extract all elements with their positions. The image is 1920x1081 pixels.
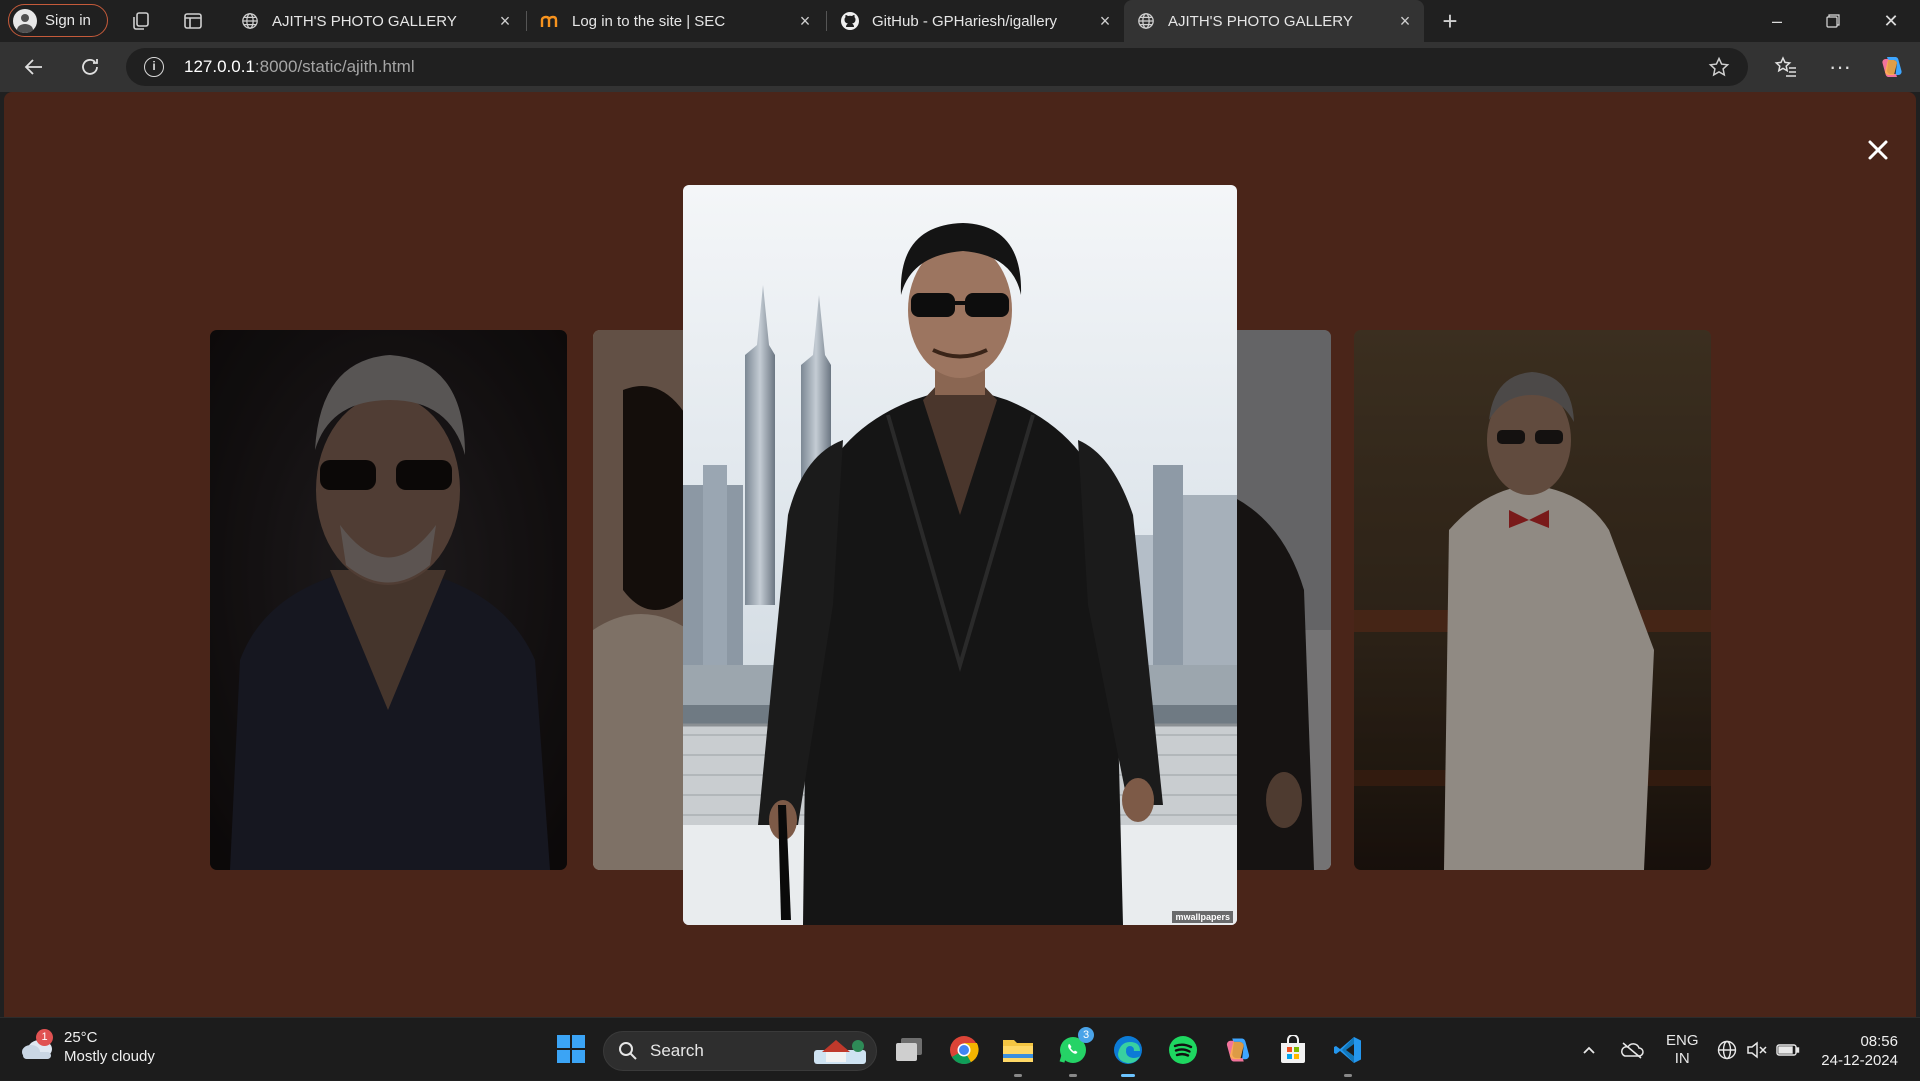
language-code: ENG: [1666, 1031, 1699, 1049]
tab-moodle-login[interactable]: Log in to the site | SEC ×: [528, 0, 824, 42]
clock-date: 24-12-2024: [1821, 1052, 1898, 1069]
system-clock[interactable]: 08:56 24-12-2024: [1821, 1032, 1898, 1070]
lightbox-close-icon[interactable]: [1863, 135, 1893, 165]
copilot-app-icon[interactable]: [1221, 1033, 1255, 1067]
gallery-photo-far-right[interactable]: [1354, 330, 1711, 870]
spotify-icon[interactable]: [1166, 1033, 1200, 1067]
tab-separator: [826, 11, 827, 31]
globe-icon: [240, 11, 260, 31]
address-bar[interactable]: i 127.0.0.1:8000/static/ajith.html: [126, 48, 1748, 86]
tab-title: AJITH'S PHOTO GALLERY: [272, 12, 457, 30]
task-view-icon[interactable]: [892, 1033, 926, 1067]
more-options-icon[interactable]: ···: [1826, 53, 1854, 81]
tray-overflow-chevron-icon[interactable]: [1580, 1018, 1598, 1081]
close-window-icon[interactable]: ✕: [1878, 8, 1904, 34]
search-label: Search: [650, 1041, 704, 1060]
whatsapp-badge: 3: [1078, 1027, 1094, 1043]
restore-icon[interactable]: [1820, 8, 1846, 34]
sign-in-label: Sign in: [45, 12, 91, 29]
copilot-icon[interactable]: [1878, 53, 1906, 81]
cloudy-weather-icon: 1: [20, 1029, 54, 1061]
weather-badge: 1: [36, 1029, 53, 1046]
file-explorer-icon[interactable]: [1001, 1033, 1035, 1077]
windows-taskbar: 1 25°C Mostly cloudy Search 3 ENG IN 08:…: [0, 1017, 1920, 1080]
tab-bar: Sign in AJITH'S PHOTO GALLERY × Log in t…: [0, 0, 1920, 42]
weather-temperature: 25°C: [64, 1029, 98, 1046]
close-tab-icon[interactable]: ×: [496, 12, 514, 30]
language-indicator[interactable]: ENG IN: [1666, 1018, 1699, 1081]
search-highlight-icon: [812, 1036, 868, 1071]
photo-watermark: mwallpapers: [1172, 911, 1233, 923]
favorites-icon[interactable]: [1772, 53, 1800, 81]
tab-separator: [526, 11, 527, 31]
tab-github[interactable]: GitHub - GPHariesh/igallery ×: [828, 0, 1124, 42]
tab-gallery-active[interactable]: AJITH'S PHOTO GALLERY ×: [1124, 0, 1424, 42]
tab-title: AJITH'S PHOTO GALLERY: [1168, 12, 1353, 30]
profile-sign-in-button[interactable]: Sign in: [8, 4, 108, 37]
gallery-page: mwallpapers: [4, 92, 1916, 1017]
whatsapp-icon[interactable]: 3: [1056, 1027, 1094, 1077]
region-code: IN: [1674, 1049, 1690, 1067]
refresh-icon[interactable]: [76, 53, 104, 81]
taskbar-search-box[interactable]: Search: [603, 1031, 877, 1071]
workspaces-icon[interactable]: [130, 10, 152, 32]
close-tab-icon[interactable]: ×: [1096, 12, 1114, 30]
moodle-icon: [540, 11, 560, 31]
battery-icon[interactable]: [1776, 1018, 1800, 1081]
edge-browser-icon[interactable]: [1111, 1033, 1145, 1077]
speaker-muted-icon[interactable]: [1746, 1018, 1768, 1081]
gallery-photo-center[interactable]: mwallpapers: [683, 185, 1237, 925]
minimize-icon[interactable]: –: [1764, 8, 1790, 34]
weather-condition: Mostly cloudy: [64, 1048, 155, 1065]
tab-title: Log in to the site | SEC: [572, 12, 726, 30]
back-arrow-icon[interactable]: [20, 53, 48, 81]
vscode-icon[interactable]: [1331, 1033, 1365, 1077]
weather-widget[interactable]: 1 25°C Mostly cloudy: [20, 1028, 155, 1066]
browser-toolbar: i 127.0.0.1:8000/static/ajith.html ···: [0, 42, 1920, 92]
new-tab-plus-icon[interactable]: +: [1439, 8, 1461, 34]
site-info-icon[interactable]: i: [144, 57, 164, 77]
avatar-icon: [13, 8, 37, 33]
url-text[interactable]: 127.0.0.1:8000/static/ajith.html: [184, 57, 415, 77]
windows-start-icon[interactable]: [554, 1032, 588, 1066]
close-tab-icon[interactable]: ×: [796, 12, 814, 30]
network-globe-icon[interactable]: [1716, 1018, 1738, 1081]
globe-icon: [1136, 11, 1156, 31]
favorite-star-icon[interactable]: [1708, 56, 1730, 78]
close-tab-icon[interactable]: ×: [1396, 12, 1414, 30]
tab-title: GitHub - GPHariesh/igallery: [872, 12, 1058, 30]
gallery-photo-far-left[interactable]: [210, 330, 567, 870]
microsoft-store-icon[interactable]: [1276, 1033, 1310, 1067]
clock-time: 08:56: [1860, 1033, 1898, 1050]
chrome-icon[interactable]: [947, 1033, 981, 1067]
vertical-tabs-icon[interactable]: [182, 10, 204, 32]
github-icon: [840, 11, 860, 31]
search-icon: [618, 1041, 638, 1061]
onedrive-offline-icon[interactable]: [1620, 1018, 1644, 1081]
tab-gallery-1[interactable]: AJITH'S PHOTO GALLERY ×: [228, 0, 524, 42]
